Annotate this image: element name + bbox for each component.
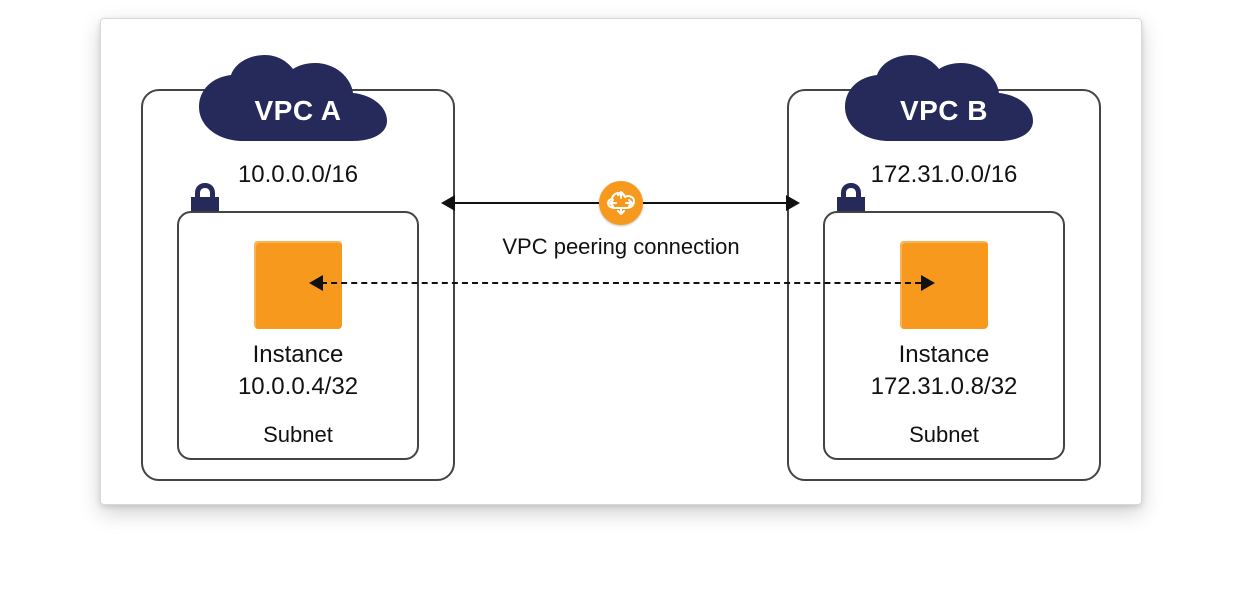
peering-arrow-right-icon bbox=[786, 195, 800, 211]
vpc-b-subnet-label: Subnet bbox=[825, 422, 1063, 448]
vpc-b-container: VPC B 172.31.0.0/16 Instance 172.31.0.8/… bbox=[787, 89, 1101, 481]
vpc-b-instance-icon bbox=[900, 241, 988, 329]
vpc-a-cloud-icon: VPC A bbox=[191, 55, 405, 145]
peering-line-right bbox=[643, 202, 786, 204]
vpc-b-name: VPC B bbox=[837, 95, 1051, 127]
vpc-a-subnet-label: Subnet bbox=[179, 422, 417, 448]
instance-traffic-line bbox=[321, 282, 921, 284]
vpc-a-name: VPC A bbox=[191, 95, 405, 127]
peering-arrow-left-icon bbox=[441, 195, 455, 211]
vpc-a-instance-ip: 10.0.0.4/32 bbox=[179, 373, 417, 401]
vpc-a-instance-label: Instance bbox=[179, 341, 417, 369]
peering-line-left bbox=[453, 202, 599, 204]
vpc-a-subnet: Instance 10.0.0.4/32 Subnet bbox=[177, 211, 419, 460]
vpc-a-container: VPC A 10.0.0.0/16 Instance 10.0.0.4/32 S… bbox=[141, 89, 455, 481]
traffic-arrow-left-icon bbox=[309, 275, 323, 291]
vpc-a-instance-icon bbox=[254, 241, 342, 329]
vpc-b-cloud-icon: VPC B bbox=[837, 55, 1051, 145]
peering-label: VPC peering connection bbox=[499, 234, 743, 260]
vpc-b-subnet: Instance 172.31.0.8/32 Subnet bbox=[823, 211, 1065, 460]
diagram-card: VPC A 10.0.0.0/16 Instance 10.0.0.4/32 S… bbox=[100, 18, 1142, 505]
diagram-viewport: VPC A 10.0.0.0/16 Instance 10.0.0.4/32 S… bbox=[0, 0, 1246, 595]
vpc-b-instance-label: Instance bbox=[825, 341, 1063, 369]
vpc-b-instance-ip: 172.31.0.8/32 bbox=[825, 373, 1063, 401]
peering-connection-icon bbox=[599, 181, 643, 225]
traffic-arrow-right-icon bbox=[921, 275, 935, 291]
